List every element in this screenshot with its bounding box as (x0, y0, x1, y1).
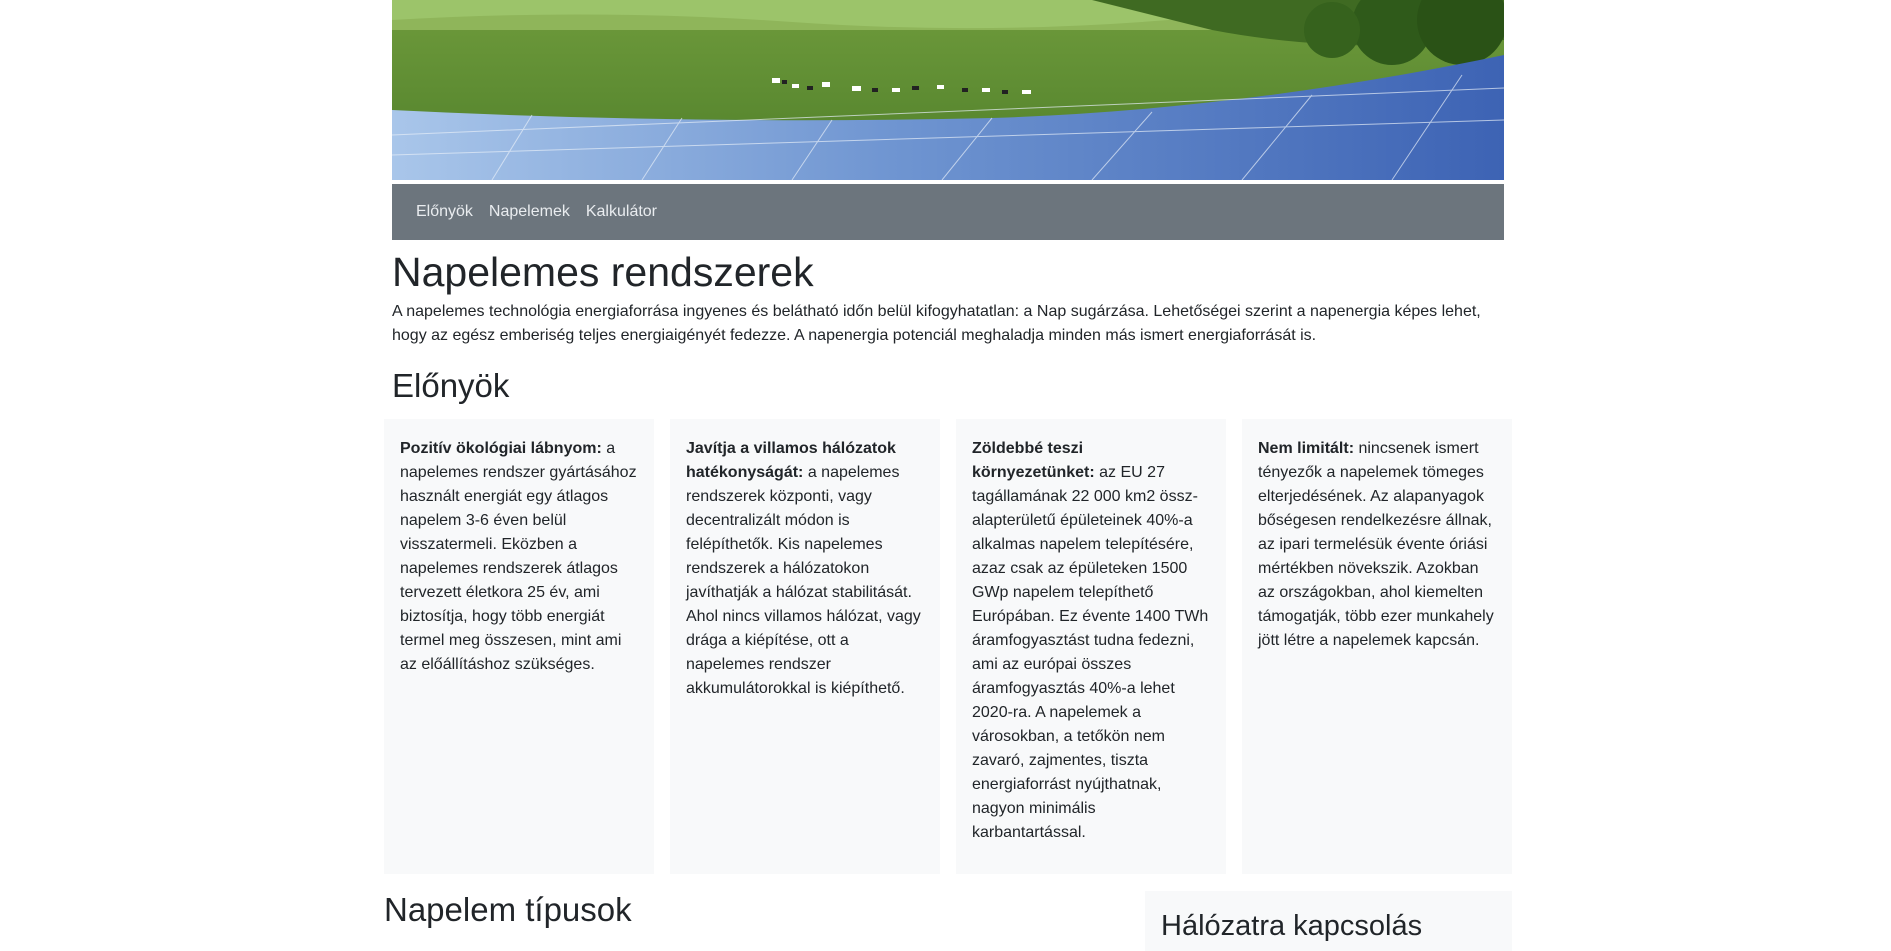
main-navbar: Előnyök Napelemek Kalkulátor (392, 184, 1504, 240)
card-text: a napelemes rendszerek központi, vagy de… (686, 464, 921, 697)
section-title-benefits: Előnyök (392, 367, 510, 404)
card-text: nincsenek ismert tényezők a napelemek tö… (1258, 440, 1494, 649)
page-title: Napelemes rendszerek (392, 249, 814, 295)
solar-field-illustration (392, 0, 1504, 180)
nav-link-napelemek[interactable]: Napelemek (489, 203, 570, 221)
benefit-cards: Pozitív ökológiai lábnyom: a napelemes r… (384, 419, 1512, 874)
card-text: a napelemes rendszer gyártásához használ… (400, 440, 637, 673)
benefit-card-greener: Zöldebbé teszi környezetünket: az EU 27 … (956, 419, 1226, 874)
card-title: Nem limitált: (1258, 440, 1355, 457)
section-title-types: Napelem típusok (384, 891, 632, 928)
side-box-grid-connection: Hálózatra kapcsolás (1145, 891, 1512, 951)
benefit-card-ecological: Pozitív ökológiai lábnyom: a napelemes r… (384, 419, 654, 874)
nav-link-elonyok[interactable]: Előnyök (416, 203, 473, 221)
card-title: Pozitív ökológiai lábnyom: (400, 440, 602, 457)
nav-link-kalkulator[interactable]: Kalkulátor (586, 203, 657, 221)
intro-paragraph: A napelemes technológia energiaforrása i… (392, 303, 1481, 344)
card-title: Zöldebbé teszi környezetünket: (972, 440, 1095, 481)
side-box-title: Hálózatra kapcsolás (1161, 910, 1423, 942)
hero-banner-image (392, 0, 1504, 183)
card-text: az EU 27 tagállamának 22 000 km2 össz-al… (972, 464, 1209, 841)
benefit-card-unlimited: Nem limitált: nincsenek ismert tényezők … (1242, 419, 1512, 874)
benefit-card-grid-efficiency: Javítja a villamos hálózatok hatékonyság… (670, 419, 940, 874)
